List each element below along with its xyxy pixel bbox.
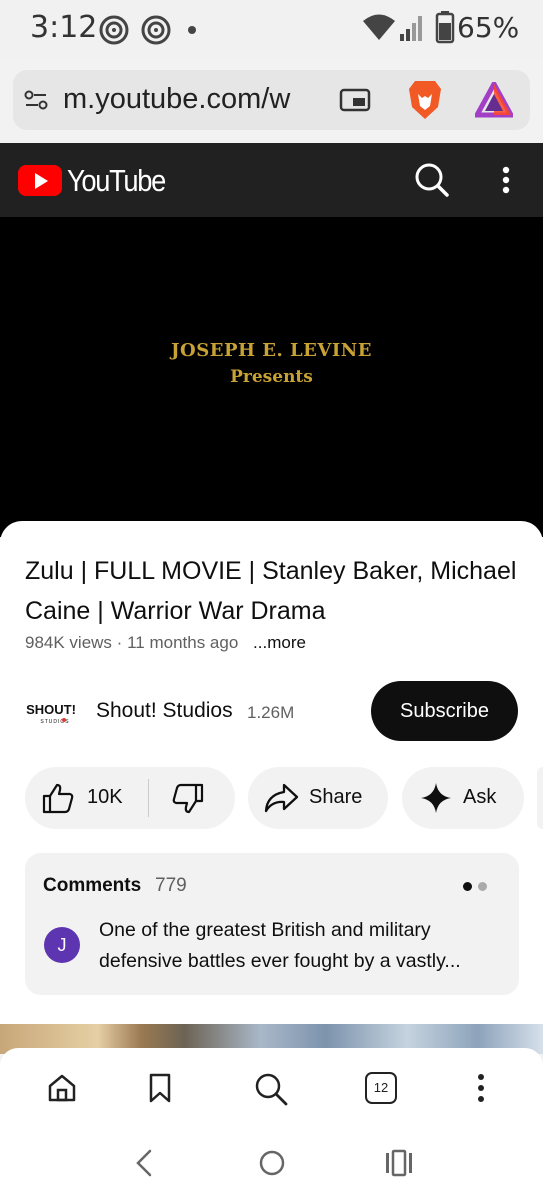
recents-icon[interactable]	[384, 1148, 414, 1178]
channel-logo-text: SHOUT!	[26, 702, 76, 717]
channel-name[interactable]: Shout! Studios	[96, 699, 233, 723]
more-vert-icon[interactable]	[498, 165, 514, 197]
brave-lion-icon[interactable]	[407, 79, 443, 121]
video-meta[interactable]: 984K views · 11 months ago ...more	[25, 633, 306, 653]
at-sign-icon	[141, 15, 171, 45]
home-icon[interactable]	[46, 1072, 78, 1104]
youtube-header: YouTube	[0, 143, 543, 217]
video-overlay-line2: Presents	[230, 367, 313, 387]
at-sign-icon	[99, 15, 129, 45]
pill-divider	[148, 779, 149, 817]
more-actions-pill[interactable]	[537, 767, 543, 829]
like-count[interactable]: 10K	[87, 786, 123, 809]
brave-rewards-icon[interactable]	[475, 82, 513, 118]
share-label: Share	[309, 786, 363, 808]
more-link[interactable]: ...more	[253, 633, 306, 652]
comments-label: Comments	[43, 875, 142, 896]
carousel-dot	[478, 882, 487, 891]
channel-avatar[interactable]: SHOUT! STUDIOS	[25, 699, 77, 725]
battery-icon	[435, 11, 455, 44]
youtube-logo-text[interactable]: YouTube	[67, 163, 166, 199]
comments-count: 779	[155, 875, 187, 896]
wifi-icon	[363, 14, 395, 40]
video-overlay-line1: JOSEPH E. LEVINE	[171, 340, 372, 361]
address-bar[interactable]: m.youtube.com/w	[13, 70, 530, 130]
dislike-icon[interactable]	[171, 783, 205, 815]
like-icon[interactable]	[41, 782, 75, 814]
dot-icon	[188, 26, 196, 34]
back-icon[interactable]	[132, 1148, 156, 1178]
share-icon	[264, 783, 299, 813]
home-circle-icon[interactable]	[257, 1148, 287, 1178]
battery-percent: 65%	[457, 11, 520, 44]
comments-section[interactable]: Comments 779 J One of the greatest Briti…	[25, 853, 519, 995]
subscriber-count: 1.26M	[247, 703, 295, 722]
subscribe-button[interactable]: Subscribe	[371, 681, 518, 741]
video-player[interactable]: JOSEPH E. LEVINE Presents	[0, 217, 543, 537]
view-count: 984K views	[25, 633, 112, 652]
search-icon[interactable]	[254, 1072, 288, 1106]
share-button[interactable]: Share	[248, 767, 388, 829]
url-text[interactable]: m.youtube.com/w	[63, 83, 325, 116]
youtube-logo-icon[interactable]	[18, 165, 62, 196]
status-time: 3:12	[30, 10, 98, 45]
ask-label: Ask	[463, 786, 497, 808]
search-icon[interactable]	[414, 162, 450, 198]
bookmark-icon[interactable]	[148, 1072, 172, 1104]
upload-age: 11 months ago	[127, 633, 239, 652]
picture-in-picture-icon[interactable]	[339, 87, 371, 113]
meta-separator: ·	[116, 633, 123, 652]
ask-button[interactable]: Ask	[402, 767, 524, 829]
browser-toolbar: 12	[0, 1048, 543, 1130]
tab-switcher-button[interactable]: 12	[365, 1072, 397, 1104]
site-settings-icon[interactable]	[24, 88, 48, 112]
top-comment-text: One of the greatest British and military…	[99, 919, 461, 972]
commenter-avatar: J	[44, 927, 80, 963]
video-details-panel: Zulu | FULL MOVIE | Stanley Baker, Micha…	[0, 521, 543, 1016]
sparkle-icon	[421, 783, 451, 813]
like-dislike-pill: 10K	[25, 767, 235, 829]
more-vert-icon[interactable]	[473, 1072, 489, 1104]
system-navigation-bar	[0, 1130, 543, 1200]
carousel-dot-active	[463, 882, 472, 891]
status-bar: 3:12 65%	[0, 0, 543, 58]
signal-icon	[400, 16, 422, 41]
video-title[interactable]: Zulu | FULL MOVIE | Stanley Baker, Micha…	[25, 551, 525, 631]
